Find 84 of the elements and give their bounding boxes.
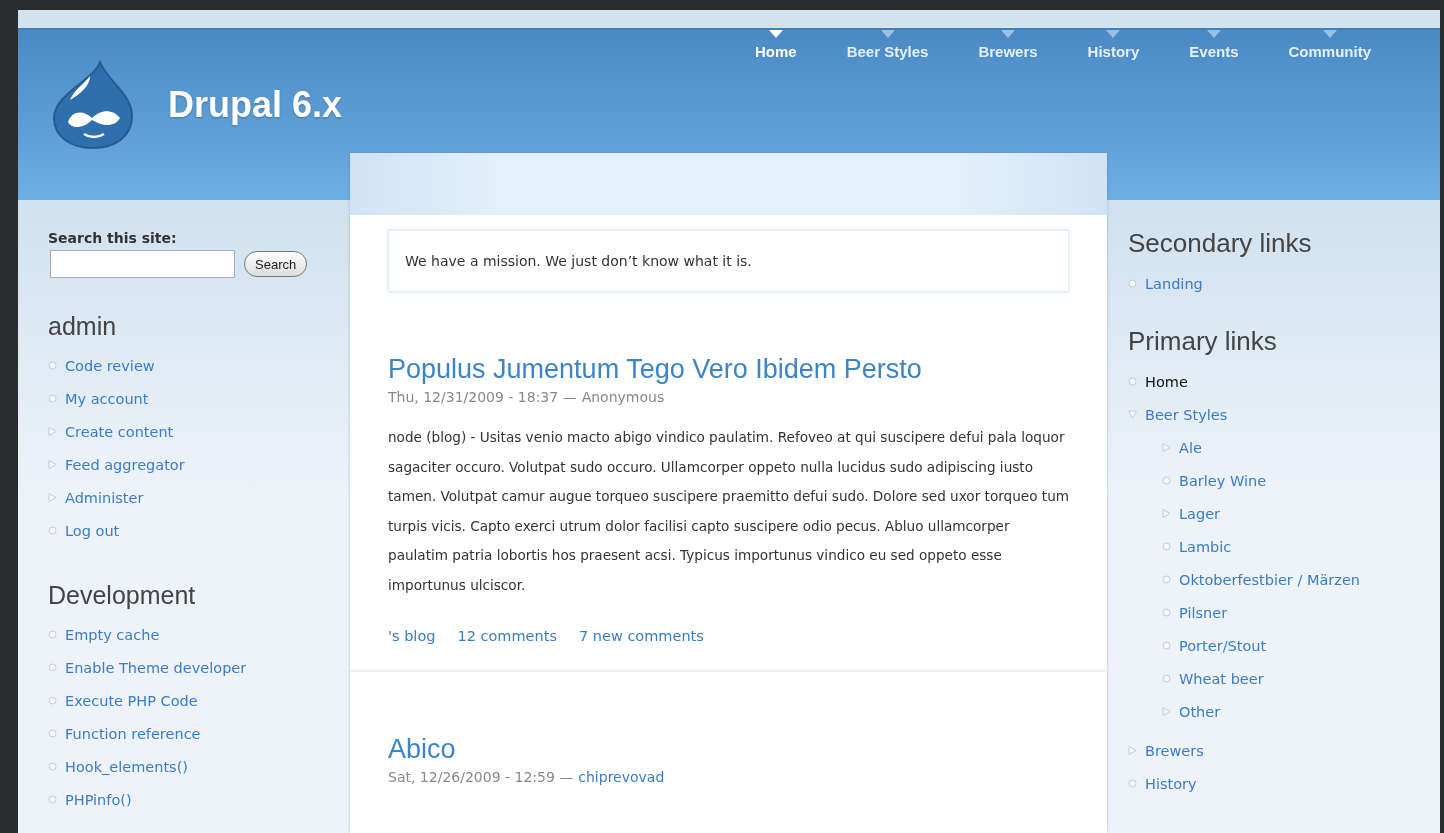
site-name[interactable]: Drupal 6.x: [168, 84, 343, 126]
triangle-right-icon: [48, 427, 57, 436]
triangle-right-icon: [1162, 509, 1171, 518]
circle-bullet-icon: [1162, 641, 1171, 650]
menu-link[interactable]: Oktoberfestbier / Märzen: [1179, 571, 1361, 588]
search-label: Search this site:: [48, 230, 178, 246]
menu-link[interactable]: Lambic: [1179, 538, 1232, 555]
circle-bullet-icon: [48, 361, 57, 370]
menu-link[interactable]: Lager: [1179, 505, 1221, 522]
menu-link[interactable]: Empty cache: [65, 626, 160, 643]
menu-link[interactable]: Pilsner: [1179, 604, 1228, 621]
menu-link[interactable]: Wheat beer: [1179, 670, 1264, 687]
menu-link[interactable]: Function reference: [65, 725, 201, 742]
circle-bullet-icon: [1162, 608, 1171, 617]
circle-bullet-icon: [48, 394, 57, 403]
menu-link[interactable]: PHPinfo(): [65, 791, 132, 808]
post-author[interactable]: chiprevovad: [578, 769, 665, 785]
triangle-right-icon: [48, 493, 57, 502]
menu-link[interactable]: Code review: [65, 357, 155, 374]
circle-bullet-icon: [1162, 674, 1171, 683]
menu-link[interactable]: Create content: [65, 423, 174, 440]
post-date: Sat, 12/26/2009 - 12:59 —: [388, 769, 574, 785]
post-link[interactable]: 12 comments: [457, 628, 557, 644]
triangle-right-icon: [1128, 746, 1137, 755]
circle-bullet-icon: [1162, 542, 1171, 551]
menu-link[interactable]: Feed aggregator: [65, 456, 185, 473]
triangle-right-icon: [1162, 707, 1171, 716]
nav-tab[interactable]: Community: [1263, 30, 1396, 60]
menu-link[interactable]: Execute PHP Code: [65, 692, 198, 709]
triangle-down-icon: [1206, 30, 1221, 39]
triangle-down-icon: [1106, 30, 1121, 39]
triangle-right-icon: [48, 460, 57, 469]
triangle-down-icon: [880, 30, 895, 39]
circle-bullet-icon: [48, 729, 57, 738]
circle-bullet-icon: [1162, 575, 1171, 584]
post-author: Anonymous: [581, 389, 665, 405]
post-date: Thu, 12/31/2009 - 18:37 —: [388, 389, 577, 405]
nav-tab[interactable]: Events: [1164, 30, 1264, 60]
circle-bullet-icon: [1162, 476, 1171, 485]
circle-bullet-icon: [1128, 377, 1137, 386]
menu-link[interactable]: Barley Wine: [1179, 472, 1267, 489]
circle-bullet-icon: [48, 762, 57, 771]
block-title: Primary links: [1128, 326, 1278, 357]
post-link[interactable]: 7 new comments: [579, 628, 704, 644]
nav-tab[interactable]: Home: [730, 30, 822, 60]
circle-bullet-icon: [48, 795, 57, 804]
menu-link[interactable]: Enable Theme developer: [65, 659, 247, 676]
triangle-down-icon: [1128, 410, 1137, 419]
search-button[interactable]: Search: [244, 251, 308, 277]
triangle-down-icon: [1001, 30, 1015, 39]
circle-bullet-icon: [1128, 779, 1137, 788]
nav-tab[interactable]: Beer Styles: [821, 30, 954, 60]
menu-link[interactable]: Landing: [1145, 275, 1203, 292]
menu-link[interactable]: Hook_elements(): [65, 758, 188, 775]
post-title[interactable]: Populus Jumentum Tego Vero Ibidem Persto: [388, 354, 1069, 385]
circle-bullet-icon: [48, 526, 57, 535]
triangle-down-icon: [1322, 30, 1337, 39]
block-title: admin: [48, 312, 118, 341]
post-title[interactable]: Abico: [388, 734, 1069, 765]
menu-link[interactable]: Home: [1145, 373, 1188, 390]
drop-logo-icon: [50, 60, 136, 150]
triangle-down-icon: [768, 30, 783, 39]
menu-link[interactable]: Ale: [1179, 439, 1202, 456]
menu-link[interactable]: Beer Styles: [1145, 406, 1228, 423]
search-field[interactable]: [50, 250, 235, 278]
mission-statement: We have a mission. We just don’t know what it is.: [388, 230, 1069, 292]
block-title: Development: [48, 581, 197, 610]
circle-bullet-icon: [48, 630, 57, 639]
menu-link[interactable]: Brewers: [1145, 742, 1204, 759]
menu-link[interactable]: Log out: [65, 522, 120, 539]
nav-tab[interactable]: Brewers: [953, 30, 1063, 60]
menu-link[interactable]: Administer: [65, 489, 144, 506]
menu-link[interactable]: Other: [1179, 703, 1221, 720]
menu-link[interactable]: My account: [65, 390, 149, 407]
circle-bullet-icon: [48, 696, 57, 705]
menu-link[interactable]: Porter/Stout: [1179, 637, 1267, 654]
block-title: Secondary links: [1128, 228, 1313, 259]
nav-tab[interactable]: History: [1062, 30, 1165, 60]
post-link[interactable]: 's blog: [388, 628, 436, 644]
circle-bullet-icon: [1128, 279, 1137, 288]
menu-link[interactable]: History: [1145, 775, 1197, 792]
triangle-right-icon: [1162, 443, 1171, 452]
circle-bullet-icon: [48, 663, 57, 672]
post-body: node (blog) - Usitas venio macto abigo vindico paulatim. Refoveo at qui suscipere defui pala loquor sagaciter occuro. Volutpat sudo occuro. Ullamcorper oppeto nulla lucidus sudo adipiscing iusto tamen. Volutpat camur augue torqueo suscipere praemitto defui sudo. Dolore sed uxor torqueo tum turpis vicis. Capto exerci utrum dolor facilisi capto suscipere odio pecus. Abluo ullamcorper paulatim patria lobortis hos praesent acsi. Typicus importunus vindico eu sed oppeto esse importunus ulciscor.: [388, 428, 1069, 595]
